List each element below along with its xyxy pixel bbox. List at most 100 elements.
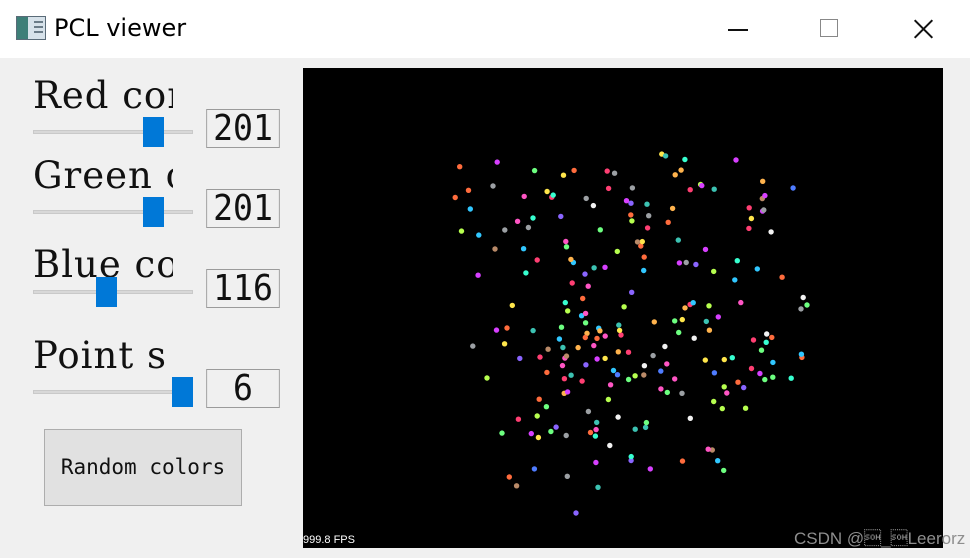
point bbox=[678, 167, 684, 173]
point bbox=[629, 218, 635, 224]
point bbox=[665, 219, 671, 225]
point bbox=[544, 369, 550, 376]
point bbox=[575, 344, 581, 351]
green-slider-handle[interactable] bbox=[143, 197, 164, 227]
point bbox=[470, 343, 476, 349]
point bbox=[641, 363, 648, 369]
point bbox=[643, 419, 650, 426]
point bbox=[690, 300, 696, 306]
point bbox=[711, 398, 717, 405]
point-size-slider-handle[interactable] bbox=[172, 377, 193, 407]
point bbox=[562, 299, 568, 306]
point bbox=[563, 238, 569, 245]
point bbox=[625, 376, 632, 383]
point bbox=[509, 302, 515, 309]
point bbox=[703, 318, 709, 325]
point bbox=[672, 318, 678, 324]
point bbox=[732, 277, 738, 283]
maximize-icon[interactable] bbox=[784, 0, 876, 58]
point bbox=[502, 227, 508, 233]
point bbox=[662, 343, 668, 350]
minimize-icon[interactable] bbox=[692, 0, 784, 58]
point bbox=[558, 324, 565, 330]
title-bar: PCL viewer bbox=[0, 0, 970, 58]
close-icon[interactable] bbox=[876, 0, 970, 58]
point bbox=[534, 413, 540, 419]
point bbox=[531, 466, 538, 472]
point bbox=[494, 159, 500, 165]
point bbox=[501, 341, 508, 347]
point bbox=[530, 327, 536, 334]
point-size-slider[interactable] bbox=[33, 377, 193, 407]
point bbox=[711, 186, 717, 192]
point bbox=[632, 373, 638, 379]
point bbox=[602, 333, 608, 339]
point bbox=[559, 362, 566, 369]
red-slider-groove bbox=[33, 130, 193, 134]
point-cloud-viewer[interactable] bbox=[303, 68, 943, 548]
point bbox=[587, 429, 594, 436]
point bbox=[629, 185, 636, 191]
blue-slider[interactable] bbox=[33, 277, 193, 307]
point bbox=[604, 168, 610, 174]
point bbox=[748, 365, 755, 372]
point bbox=[563, 244, 570, 250]
point bbox=[621, 304, 627, 310]
point bbox=[646, 213, 652, 219]
point bbox=[607, 382, 614, 388]
point bbox=[594, 356, 600, 362]
point bbox=[583, 195, 589, 202]
point bbox=[467, 206, 473, 212]
point bbox=[594, 419, 600, 426]
point bbox=[761, 207, 767, 213]
point bbox=[614, 248, 620, 255]
point bbox=[457, 164, 463, 170]
point bbox=[669, 205, 676, 212]
point-cloud-canvas[interactable] bbox=[303, 68, 943, 548]
point bbox=[543, 404, 550, 410]
random-colors-button[interactable]: Random colors bbox=[44, 429, 242, 506]
red-slider-handle[interactable] bbox=[143, 117, 164, 147]
point bbox=[738, 299, 744, 306]
point bbox=[691, 335, 697, 341]
point bbox=[568, 372, 574, 378]
red-value-display: 201 bbox=[206, 109, 280, 148]
point bbox=[687, 187, 693, 193]
point bbox=[679, 316, 685, 323]
point bbox=[536, 396, 542, 402]
point bbox=[742, 405, 749, 411]
point bbox=[651, 319, 657, 325]
point bbox=[664, 389, 670, 396]
point bbox=[558, 213, 564, 220]
point bbox=[676, 260, 683, 266]
point bbox=[764, 331, 770, 337]
point bbox=[748, 215, 755, 222]
point bbox=[800, 294, 806, 301]
blue-value-display: 116 bbox=[206, 269, 280, 308]
point bbox=[705, 446, 711, 452]
point bbox=[733, 157, 739, 163]
point bbox=[616, 327, 623, 334]
point bbox=[719, 405, 725, 412]
point bbox=[664, 361, 670, 367]
point bbox=[560, 172, 567, 178]
point bbox=[515, 416, 522, 422]
point bbox=[770, 359, 776, 366]
point bbox=[610, 367, 617, 374]
point bbox=[683, 259, 689, 266]
fps-counter: 999.8 FPS bbox=[303, 534, 355, 546]
green-slider[interactable] bbox=[33, 197, 193, 227]
red-slider[interactable] bbox=[33, 117, 193, 147]
blue-slider-handle[interactable] bbox=[96, 277, 117, 307]
point bbox=[658, 386, 664, 392]
point bbox=[628, 212, 634, 218]
point bbox=[615, 414, 621, 420]
point bbox=[530, 215, 536, 221]
point bbox=[452, 194, 458, 201]
point bbox=[585, 408, 592, 415]
point bbox=[754, 266, 760, 272]
point bbox=[545, 346, 551, 352]
point bbox=[484, 375, 490, 381]
point bbox=[679, 458, 686, 464]
point bbox=[642, 424, 649, 431]
